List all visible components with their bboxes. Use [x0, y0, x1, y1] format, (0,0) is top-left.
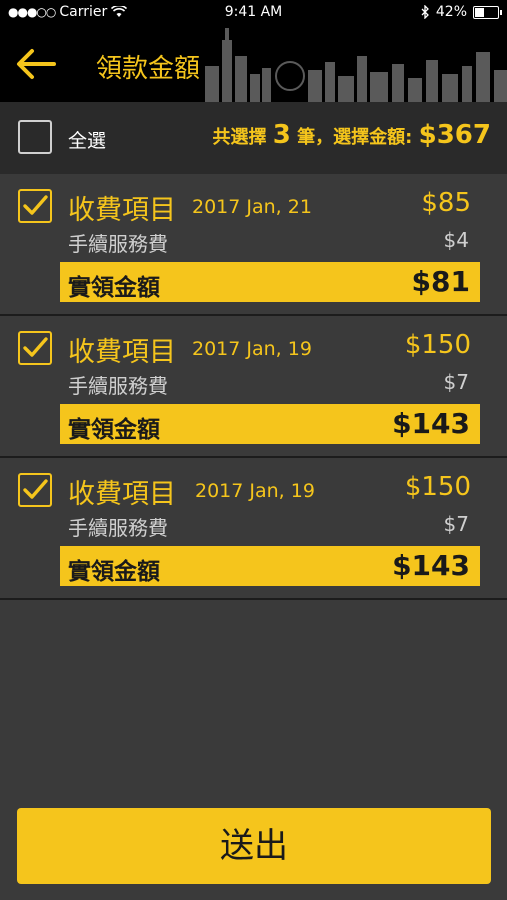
city-skyline-image: [205, 28, 507, 102]
item-checkbox[interactable]: [18, 189, 52, 223]
item-net-bar: 實領金額 $143: [60, 404, 480, 444]
item-net-value: $143: [392, 407, 470, 440]
item-amount: $85: [421, 188, 471, 218]
item-net-label: 實領金額: [68, 559, 160, 585]
item-fee: $4: [443, 228, 469, 252]
item-checkbox[interactable]: [18, 473, 52, 507]
item-amount: $150: [404, 330, 471, 360]
item-amount: $150: [404, 472, 471, 502]
item-net-bar: 實領金額 $143: [60, 546, 480, 586]
back-arrow-icon[interactable]: [14, 46, 58, 82]
item-fee-label: 手續服務費: [68, 232, 168, 256]
status-right-group: 42%: [421, 4, 502, 20]
select-all-checkbox[interactable]: [18, 120, 52, 154]
battery-percent: 42%: [435, 4, 467, 20]
item-date: 2017 Jan, 21: [192, 196, 312, 218]
list-item: 收費項目 2017 Jan, 19 $150 手續服務費 $7 實領金額 $14…: [0, 460, 507, 600]
status-bar: ●●●○○ Carrier 9:41 AM 42%: [0, 0, 507, 26]
submit-button[interactable]: 送出: [17, 808, 491, 884]
battery-icon: [473, 5, 502, 19]
summary-middle: 筆，選擇金額:: [297, 127, 413, 148]
item-title: 收費項目: [68, 195, 176, 226]
item-net-label: 實領金額: [68, 275, 160, 301]
selection-summary: 共選擇 3 筆，選擇金額: $367: [212, 120, 491, 150]
select-all-label: 全選: [68, 130, 107, 152]
summary-total: $367: [418, 120, 491, 150]
item-net-value: $81: [411, 265, 470, 298]
checkmark-icon: [23, 337, 48, 357]
item-fee-label: 手續服務費: [68, 516, 168, 540]
item-date: 2017 Jan, 19: [195, 480, 315, 502]
bluetooth-icon: [421, 5, 429, 19]
item-fee-label: 手續服務費: [68, 374, 168, 398]
item-title: 收費項目: [68, 479, 176, 510]
nav-bar: 領款金額: [0, 26, 507, 102]
summary-prefix: 共選擇: [212, 127, 267, 148]
item-net-label: 實領金額: [68, 417, 160, 443]
checkmark-icon: [23, 479, 48, 499]
summary-count: 3: [272, 120, 291, 150]
list-item: 收費項目 2017 Jan, 19 $150 手續服務費 $7 實領金額 $14…: [0, 318, 507, 458]
item-net-value: $143: [392, 549, 470, 582]
checkmark-icon: [23, 195, 48, 215]
item-date: 2017 Jan, 19: [192, 338, 312, 360]
list-item: 收費項目 2017 Jan, 21 $85 手續服務費 $4 實領金額 $81: [0, 176, 507, 316]
item-checkbox[interactable]: [18, 331, 52, 365]
item-fee: $7: [443, 370, 469, 394]
battery-fill: [475, 7, 484, 17]
item-title: 收費項目: [68, 337, 176, 368]
item-fee: $7: [443, 512, 469, 536]
item-net-bar: 實領金額 $81: [60, 262, 480, 302]
page-title: 領款金額: [96, 54, 201, 84]
select-all-bar: 全選 共選擇 3 筆，選擇金額: $367: [0, 102, 507, 174]
